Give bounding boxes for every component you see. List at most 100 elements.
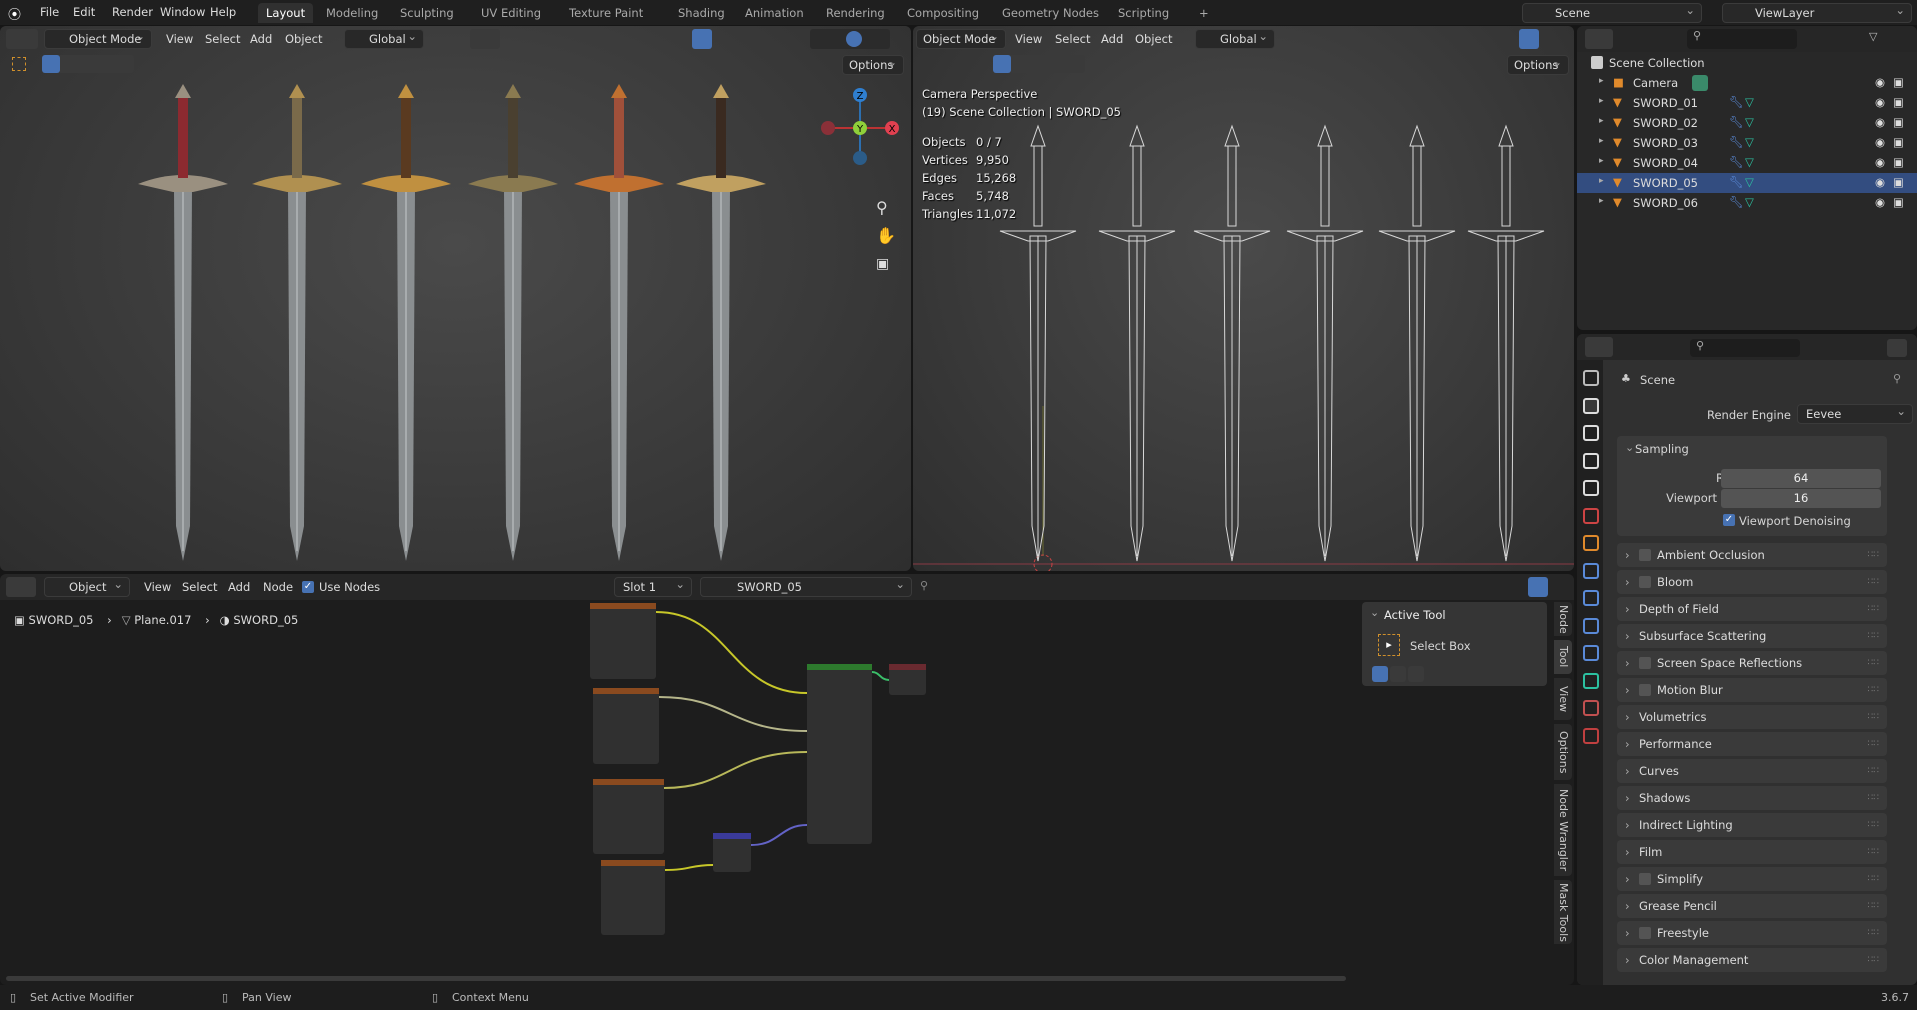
expand-arrow-icon[interactable]: ▸ bbox=[1599, 76, 1604, 86]
zoom-icon[interactable]: ⚲ bbox=[876, 198, 888, 217]
panel-enable-checkbox[interactable] bbox=[1639, 873, 1651, 885]
render-tab-icon[interactable] bbox=[1583, 397, 1599, 414]
viewport-samples-field[interactable]: 16 bbox=[1721, 489, 1881, 508]
panel-film[interactable]: › Film ∷∷ bbox=[1617, 840, 1887, 864]
modifier-tab-icon[interactable] bbox=[1583, 562, 1599, 579]
view-layer-tab-icon[interactable] bbox=[1583, 452, 1599, 469]
tab-node[interactable]: Node bbox=[1554, 602, 1572, 636]
tab-mask-tools[interactable]: Mask Tools bbox=[1554, 880, 1572, 944]
viewport-left[interactable]: Object Mode View Select Add Object Globa… bbox=[0, 26, 911, 571]
panel-bloom[interactable]: › Bloom ∷∷ bbox=[1617, 570, 1887, 594]
render-camera-icon[interactable]: ▣ bbox=[1893, 95, 1904, 109]
panel-depth-of-field[interactable]: › Depth of Field ∷∷ bbox=[1617, 597, 1887, 621]
drag-grip-icon[interactable]: ∷∷ bbox=[1868, 678, 1879, 702]
mesh-data-icon[interactable]: ▽ bbox=[1745, 115, 1754, 129]
filter-icon[interactable]: ▽ bbox=[1869, 30, 1877, 43]
world-tab-icon[interactable] bbox=[1583, 507, 1599, 524]
visibility-eye-icon[interactable]: ◉ bbox=[1875, 155, 1885, 169]
panel-grease-pencil[interactable]: › Grease Pencil ∷∷ bbox=[1617, 894, 1887, 918]
panel-motion-blur[interactable]: › Motion Blur ∷∷ bbox=[1617, 678, 1887, 702]
view-layer-selector[interactable]: ViewLayer bbox=[1722, 1, 1912, 23]
visibility-eye-icon[interactable]: ◉ bbox=[1875, 115, 1885, 129]
outliner-item-sword_05[interactable]: ▸ ▼ SWORD_05 🔧︎ ▽ ◉ ▣ bbox=[1577, 173, 1917, 193]
drag-grip-icon[interactable]: ∷∷ bbox=[1868, 732, 1879, 756]
drag-grip-icon[interactable]: ∷∷ bbox=[1868, 786, 1879, 810]
add-workspace-button[interactable]: + bbox=[1191, 3, 1217, 23]
outliner-scene-collection[interactable]: Scene Collection bbox=[1577, 53, 1917, 73]
panel-color-management[interactable]: › Color Management ∷∷ bbox=[1617, 948, 1887, 972]
expand-arrow-icon[interactable]: ▸ bbox=[1599, 136, 1604, 146]
tab-workspace-animation[interactable]: Animation bbox=[737, 3, 812, 23]
panel-shadows[interactable]: › Shadows ∷∷ bbox=[1617, 786, 1887, 810]
physics-tab-icon[interactable] bbox=[1583, 617, 1599, 634]
panel-enable-checkbox[interactable] bbox=[1639, 549, 1651, 561]
panel-indirect-lighting[interactable]: › Indirect Lighting ∷∷ bbox=[1617, 813, 1887, 837]
mode-extend-button[interactable] bbox=[1390, 666, 1406, 682]
outliner-item-sword_03[interactable]: ▸ ▼ SWORD_03 🔧︎ ▽ ◉ ▣ bbox=[1577, 133, 1917, 153]
expand-arrow-icon[interactable]: ▸ bbox=[1599, 156, 1604, 166]
navigation-gizmo[interactable]: Z X Y bbox=[815, 86, 905, 196]
outliner-search-input[interactable]: ⚲ bbox=[1687, 29, 1797, 49]
panel-screen-space-reflections[interactable]: › Screen Space Reflections ∷∷ bbox=[1617, 651, 1887, 675]
tab-tool[interactable]: Tool bbox=[1554, 640, 1572, 674]
shader-node-editor[interactable]: Object View Select Add Node ✓ Use Nodes … bbox=[0, 574, 1574, 985]
pin-icon[interactable]: ⚲ bbox=[1893, 372, 1901, 385]
visibility-eye-icon[interactable]: ◉ bbox=[1875, 195, 1885, 209]
mesh-data-icon[interactable]: ▽ bbox=[1745, 135, 1754, 149]
mesh-data-icon[interactable]: ▽ bbox=[1745, 155, 1754, 169]
outliner-item-sword_02[interactable]: ▸ ▼ SWORD_02 🔧︎ ▽ ◉ ▣ bbox=[1577, 113, 1917, 133]
render-camera-icon[interactable]: ▣ bbox=[1893, 115, 1904, 129]
outliner-item-sword_06[interactable]: ▸ ▼ SWORD_06 🔧︎ ▽ ◉ ▣ bbox=[1577, 193, 1917, 213]
tab-workspace-uv-editing[interactable]: UV Editing bbox=[473, 3, 549, 23]
visibility-eye-icon[interactable]: ◉ bbox=[1875, 175, 1885, 189]
data-tab-icon[interactable] bbox=[1583, 672, 1599, 689]
render-camera-icon[interactable]: ▣ bbox=[1893, 135, 1904, 149]
scene-tab-icon[interactable] bbox=[1583, 480, 1599, 496]
display-mode-button[interactable] bbox=[1585, 29, 1613, 49]
panel-enable-checkbox[interactable] bbox=[1639, 657, 1651, 669]
tab-workspace-compositing[interactable]: Compositing bbox=[899, 3, 987, 23]
panel-subsurface-scattering[interactable]: › Subsurface Scattering ∷∷ bbox=[1617, 624, 1887, 648]
panel-enable-checkbox[interactable] bbox=[1639, 927, 1651, 939]
tab-options[interactable]: Options bbox=[1554, 724, 1572, 780]
modifier-wrench-icon[interactable]: 🔧︎ bbox=[1729, 195, 1744, 209]
drag-grip-icon[interactable]: ∷∷ bbox=[1868, 759, 1879, 783]
render-camera-icon[interactable]: ▣ bbox=[1893, 195, 1904, 209]
drag-grip-icon[interactable]: ∷∷ bbox=[1868, 921, 1879, 945]
panel-freestyle[interactable]: › Freestyle ∷∷ bbox=[1617, 921, 1887, 945]
camera-view-icon[interactable]: ▣ bbox=[876, 256, 889, 272]
tab-workspace-texture-paint[interactable]: Texture Paint bbox=[561, 3, 651, 23]
modifier-wrench-icon[interactable]: 🔧︎ bbox=[1729, 135, 1744, 149]
chevron-down-icon[interactable]: ⌄ bbox=[1625, 441, 1634, 454]
tab-workspace-sculpting[interactable]: Sculpting bbox=[392, 3, 462, 23]
chevron-down-icon[interactable]: ⌄ bbox=[1370, 606, 1379, 619]
drag-grip-icon[interactable]: ∷∷ bbox=[1868, 597, 1879, 621]
drag-grip-icon[interactable]: ∷∷ bbox=[1868, 570, 1879, 594]
expand-arrow-icon[interactable]: ▸ bbox=[1599, 196, 1604, 206]
modifier-wrench-icon[interactable]: 🔧︎ bbox=[1729, 175, 1744, 189]
menu-help[interactable]: Help bbox=[210, 5, 236, 19]
drag-grip-icon[interactable]: ∷∷ bbox=[1868, 543, 1879, 567]
outliner-item-camera[interactable]: ▸ ■ Camera ◉ ▣ bbox=[1577, 73, 1917, 93]
mode-new-button[interactable] bbox=[1372, 666, 1388, 682]
select-box-icon[interactable]: ▸ bbox=[1378, 634, 1400, 656]
expand-arrow-icon[interactable]: ▸ bbox=[1599, 96, 1604, 106]
menu-window[interactable]: Window bbox=[160, 5, 205, 19]
visibility-eye-icon[interactable]: ◉ bbox=[1875, 95, 1885, 109]
tab-node-wrangler[interactable]: Node Wrangler bbox=[1554, 784, 1572, 876]
drag-grip-icon[interactable]: ∷∷ bbox=[1868, 948, 1879, 972]
drag-grip-icon[interactable]: ∷∷ bbox=[1868, 651, 1879, 675]
sampling-title[interactable]: Sampling bbox=[1635, 442, 1689, 456]
tool-tab-icon[interactable] bbox=[1583, 370, 1599, 386]
blender-logo-icon[interactable]: ⦿ bbox=[8, 4, 21, 23]
mesh-data-icon[interactable]: ▽ bbox=[1745, 95, 1754, 109]
panel-performance[interactable]: › Performance ∷∷ bbox=[1617, 732, 1887, 756]
visibility-eye-icon[interactable]: ◉ bbox=[1875, 75, 1885, 89]
render-samples-field[interactable]: 64 bbox=[1721, 469, 1881, 488]
drag-grip-icon[interactable]: ∷∷ bbox=[1868, 705, 1879, 729]
panel-enable-checkbox[interactable] bbox=[1639, 684, 1651, 696]
options-button[interactable] bbox=[1887, 339, 1907, 357]
render-camera-icon[interactable]: ▣ bbox=[1893, 75, 1904, 89]
modifier-wrench-icon[interactable]: 🔧︎ bbox=[1729, 115, 1744, 129]
mesh-data-icon[interactable]: ▽ bbox=[1745, 195, 1754, 209]
